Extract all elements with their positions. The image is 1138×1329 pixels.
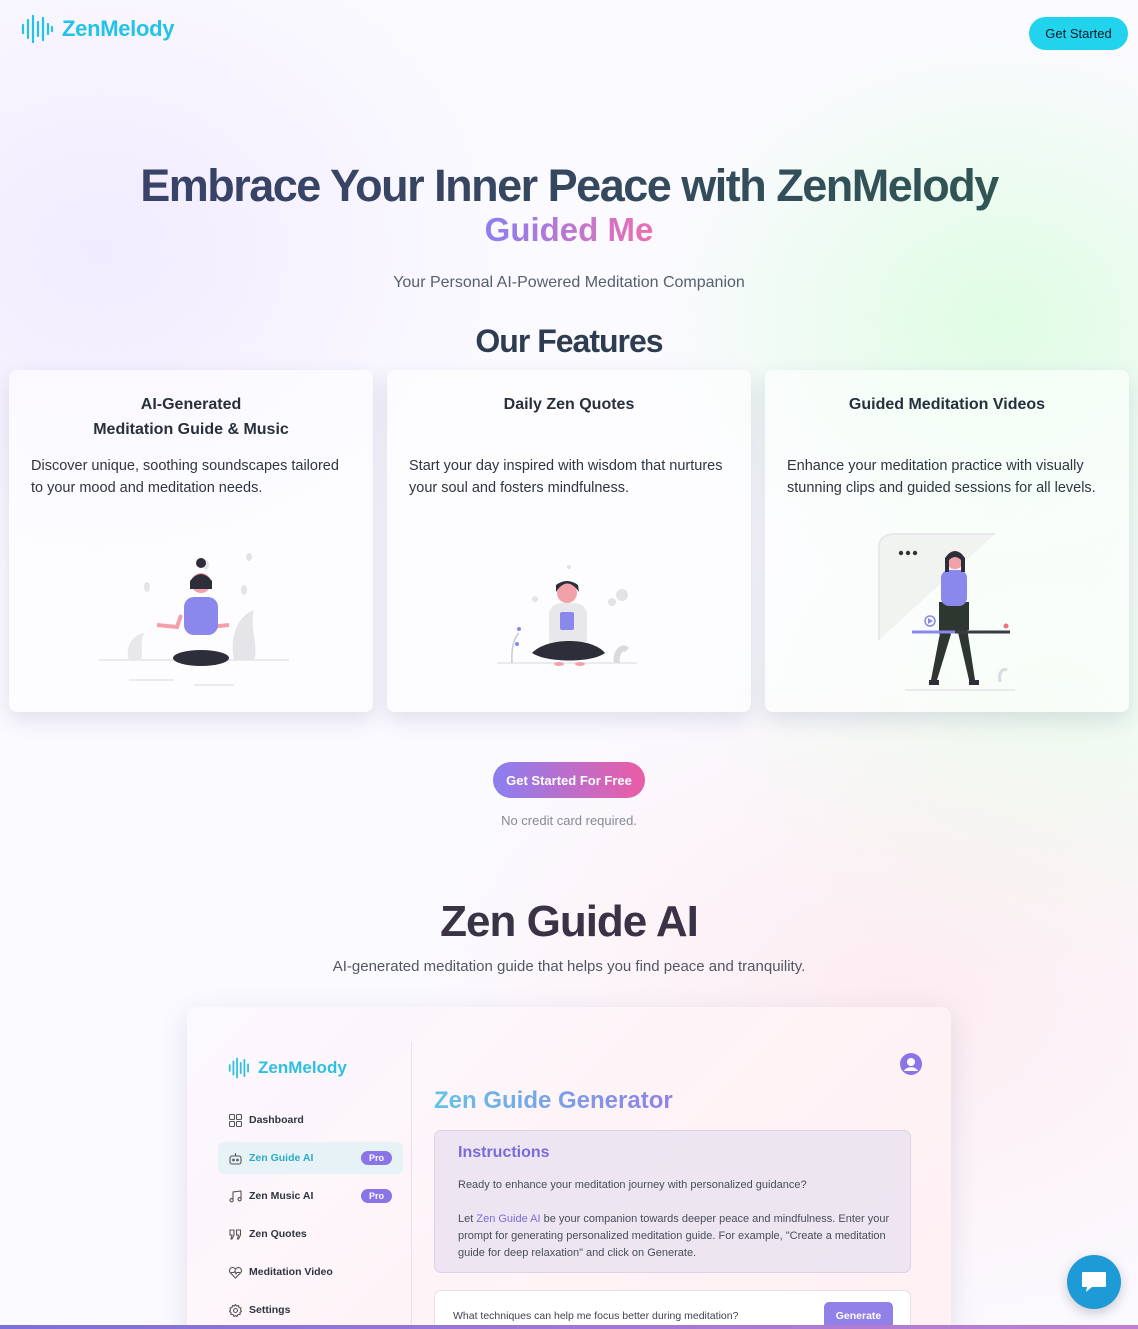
brand-logo[interactable]: ZenMelody xyxy=(20,14,175,44)
sidebar-divider xyxy=(411,1042,412,1329)
soundwave-logo-icon xyxy=(228,1057,249,1079)
feature-card-title-line1: AI-Generated xyxy=(140,396,242,413)
feature-card-quotes: Daily Zen Quotes Start your day inspired… xyxy=(387,370,751,712)
heart-pulse-icon xyxy=(229,1266,242,1279)
meditating-woman-illustration xyxy=(99,553,289,686)
music-note-icon xyxy=(229,1189,242,1202)
instructions-text-before: Let xyxy=(458,1213,477,1225)
sidebar-item-label: Zen Guide AI xyxy=(249,1152,314,1164)
quote-icon xyxy=(229,1228,242,1240)
sidebar-item-zen-guide-ai[interactable]: Zen Guide AI Pro xyxy=(218,1142,403,1174)
sidebar-item-label: Zen Music AI xyxy=(249,1190,314,1202)
zen-guide-ai-link[interactable]: Zen Guide AI xyxy=(476,1213,540,1225)
bottom-accent-bar xyxy=(0,1325,1138,1329)
feature-card-description: Enhance your meditation practice with vi… xyxy=(787,458,1096,496)
pro-badge: Pro xyxy=(360,1189,392,1203)
gear-icon xyxy=(229,1303,242,1317)
instructions-panel: Instructions Ready to enhance your medit… xyxy=(434,1130,911,1273)
sidebar-item-label: Dashboard xyxy=(249,1114,304,1126)
brand-name: ZenMelody xyxy=(62,16,175,41)
top-navbar: ZenMelody Get Started xyxy=(0,0,1138,66)
feature-card-title-line2: Meditation Guide & Music xyxy=(93,421,289,438)
reading-woman-illustration xyxy=(497,565,637,666)
sidebar-item-label: Settings xyxy=(249,1304,291,1316)
pro-badge: Pro xyxy=(360,1151,392,1165)
video-player-woman-illustration xyxy=(878,533,1015,691)
sidebar-item-label: Meditation Video xyxy=(249,1266,333,1278)
hero-title: Embrace Your Inner Peace with ZenMelody xyxy=(0,160,1138,212)
generator-title: Zen Guide Generator xyxy=(434,1087,673,1114)
hero-subtitle: Guided Me xyxy=(0,211,1138,249)
app-preview-screenshot: ZenMelody Dashboard Zen Guide AI Pro Zen… xyxy=(187,1007,951,1329)
get-started-button[interactable]: Get Started xyxy=(1029,17,1128,50)
feature-card-title: Guided Meditation Videos xyxy=(848,396,1046,413)
instructions-title: Instructions xyxy=(458,1144,550,1161)
feature-card-ai-guide: AI-Generated Meditation Guide & Music Di… xyxy=(9,370,373,712)
soundwave-logo-icon xyxy=(21,14,54,44)
feature-card-videos: Guided Meditation Videos Enhance your me… xyxy=(765,370,1129,712)
no-credit-card-note: No credit card required. xyxy=(501,813,637,828)
preview-brand-name: ZenMelody xyxy=(258,1058,347,1077)
sidebar-item-label: Zen Quotes xyxy=(249,1228,307,1240)
hero-tagline: Your Personal AI-Powered Meditation Comp… xyxy=(393,274,745,291)
feature-card-description: Discover unique, soothing soundscapes ta… xyxy=(31,458,339,496)
features-heading: Our Features xyxy=(475,323,663,359)
sidebar-item-meditation-video[interactable]: Meditation Video xyxy=(218,1256,403,1288)
feature-card-description: Start your day inspired with wisdom that… xyxy=(409,458,723,496)
preview-brand-logo: ZenMelody xyxy=(227,1057,347,1079)
chat-bubble-icon xyxy=(1082,1272,1106,1292)
robot-icon xyxy=(229,1152,242,1165)
sidebar-item-dashboard[interactable]: Dashboard xyxy=(218,1104,403,1136)
instructions-paragraph-2: Let Zen Guide AI be your companion towar… xyxy=(458,1211,898,1262)
user-avatar-icon[interactable] xyxy=(900,1053,922,1075)
zen-guide-heading: Zen Guide AI xyxy=(440,897,699,946)
sidebar-item-settings[interactable]: Settings xyxy=(218,1294,403,1326)
prompt-input[interactable]: What techniques can help me focus better… xyxy=(434,1290,911,1329)
chat-widget-button[interactable] xyxy=(1067,1255,1121,1309)
grid-icon xyxy=(229,1113,242,1127)
hero-subtitle-text: Guided Me xyxy=(484,211,654,248)
preview-sidebar-nav: Dashboard Zen Guide AI Pro Zen Music AI … xyxy=(218,1104,403,1329)
instructions-paragraph-1: Ready to enhance your meditation journey… xyxy=(458,1179,807,1191)
feature-card-title: Daily Zen Quotes xyxy=(503,396,635,413)
feature-card-title: AI-Generated Meditation Guide & Music xyxy=(9,392,373,442)
sidebar-item-zen-music-ai[interactable]: Zen Music AI Pro xyxy=(218,1180,403,1212)
instructions-text: Ready to enhance your meditation journey… xyxy=(458,1177,898,1262)
sidebar-item-zen-quotes[interactable]: Zen Quotes xyxy=(218,1218,403,1250)
zen-guide-subtitle: AI-generated meditation guide that helps… xyxy=(332,958,806,975)
prompt-input-value: What techniques can help me focus better… xyxy=(453,1310,739,1322)
get-started-free-button[interactable]: Get Started For Free xyxy=(493,762,645,798)
